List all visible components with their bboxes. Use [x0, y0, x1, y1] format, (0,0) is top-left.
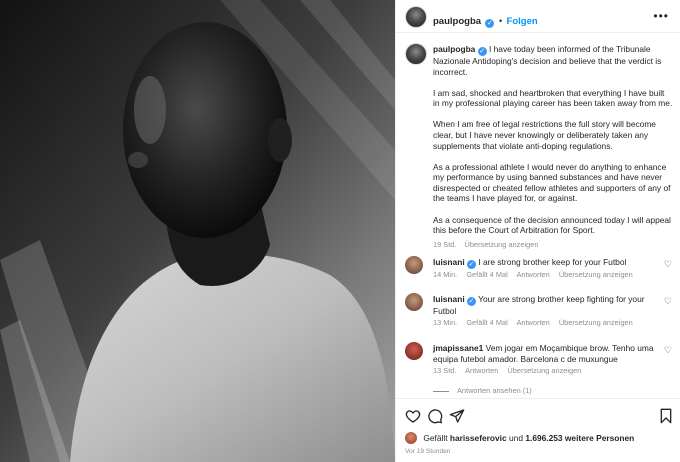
more-dots-icon[interactable]: ••• — [653, 10, 669, 22]
separator-dot: • — [498, 16, 503, 26]
comment-meta: 13 Std. Antworten Übersetzung anzeigen — [433, 366, 588, 375]
verified-badge-icon: ✓ — [477, 47, 487, 56]
comment-text: luisnani ✓ I are strong brother keep for… — [433, 257, 658, 269]
comment-time: 13 Min. — [433, 318, 458, 327]
comment-body: Your are strong brother keep fighting fo… — [433, 294, 645, 316]
reply-link[interactable]: Antworten — [465, 366, 498, 375]
comment-meta: 13 Min. Gefällt 4 Mal Antworten Übersetz… — [433, 318, 640, 327]
commenter-avatar[interactable] — [405, 293, 423, 311]
translate-link[interactable]: Übersetzung anzeigen — [507, 366, 581, 375]
post-header: paulpogba ✓ • Folgen ••• — [396, 0, 680, 33]
reply-link[interactable]: Antworten — [516, 318, 549, 327]
author-username[interactable]: paulpogba — [433, 16, 481, 27]
replies-divider — [433, 390, 449, 392]
likes-prefix: Gefällt — [423, 433, 448, 443]
caption-paragraph-1: paulpogba ✓ I have today been informed o… — [433, 44, 673, 77]
translate-link[interactable]: Übersetzung anzeigen — [559, 270, 633, 279]
comment-icon[interactable] — [427, 408, 443, 424]
comment-time: 13 Std. — [433, 366, 457, 375]
caption-paragraph-5: As a consequence of the decision announc… — [433, 214, 671, 236]
comment-time: 14 Min. — [433, 270, 458, 279]
caption-meta: 19 Std. Übersetzung anzeigen — [433, 240, 673, 251]
author-avatar[interactable] — [405, 6, 427, 28]
caption-paragraph-2: I am sad, shocked and heartbroken that e… — [433, 87, 673, 109]
caption-translate-link[interactable]: Übersetzung anzeigen — [464, 240, 538, 249]
caption-paragraph-4: As a professional athlete I would never … — [433, 161, 671, 204]
comment-heart-icon[interactable]: ♡ — [664, 296, 672, 307]
likes-count[interactable]: 1.696.253 weitere Personen — [525, 433, 634, 443]
caption-username[interactable]: paulpogba — [433, 44, 475, 54]
post-age: Vor 19 Stunden — [405, 448, 451, 455]
caption-avatar[interactable] — [405, 43, 427, 65]
caption-text: paulpogba ✓ I have today been informed o… — [433, 44, 673, 250]
comment-heart-icon[interactable]: ♡ — [664, 345, 672, 356]
view-replies-link[interactable]: Antworten ansehen (1) — [433, 386, 532, 395]
likes-and: und — [509, 433, 523, 443]
commenter-username[interactable]: luisnani — [433, 294, 465, 304]
verified-badge-icon: ✓ — [466, 297, 476, 306]
verified-badge-icon: ✓ — [466, 260, 476, 269]
commenter-avatar[interactable] — [405, 342, 423, 360]
comment-likes[interactable]: Gefällt 4 Mal — [466, 270, 508, 279]
comment-meta: 14 Min. Gefällt 4 Mal Antworten Übersetz… — [433, 270, 640, 279]
share-icon[interactable] — [449, 408, 465, 424]
header-user-row: paulpogba ✓ • Folgen — [433, 11, 538, 29]
commenter-username[interactable]: luisnani — [433, 257, 465, 267]
comment-likes[interactable]: Gefällt 4 Mal — [466, 318, 508, 327]
reply-link[interactable]: Antworten — [516, 270, 549, 279]
verified-badge-icon: ✓ — [485, 19, 495, 28]
commenter-avatar[interactable] — [405, 256, 423, 274]
liker-avatar[interactable] — [405, 432, 417, 444]
commenter-username[interactable]: jmapissane1 — [433, 343, 483, 353]
comment-heart-icon[interactable]: ♡ — [664, 259, 672, 270]
caption-time: 19 Std. — [433, 239, 457, 249]
liker-username[interactable]: harisseferovic — [450, 433, 507, 443]
action-bar — [396, 398, 680, 432]
post-photo[interactable] — [0, 0, 395, 462]
view-replies-label: Antworten ansehen (1) — [457, 386, 532, 395]
translate-link[interactable]: Übersetzung anzeigen — [559, 318, 633, 327]
portrait-image — [0, 0, 395, 462]
heart-icon[interactable] — [405, 408, 421, 424]
comment-text: jmapissane1 Vem jogar em Moçambique brow… — [433, 343, 658, 364]
post-panel: paulpogba ✓ • Folgen ••• paulpogba ✓ I h… — [395, 0, 680, 462]
comment-body: I are strong brother keep for your Futbo… — [478, 257, 627, 267]
follow-button[interactable]: Folgen — [507, 16, 538, 27]
likes-summary: Gefällt harisseferovic und 1.696.253 wei… — [405, 432, 634, 444]
caption-paragraph-3: When I am free of legal restrictions the… — [433, 119, 656, 151]
bookmark-icon[interactable] — [658, 408, 674, 424]
comment-text: luisnani ✓ Your are strong brother keep … — [433, 294, 658, 317]
